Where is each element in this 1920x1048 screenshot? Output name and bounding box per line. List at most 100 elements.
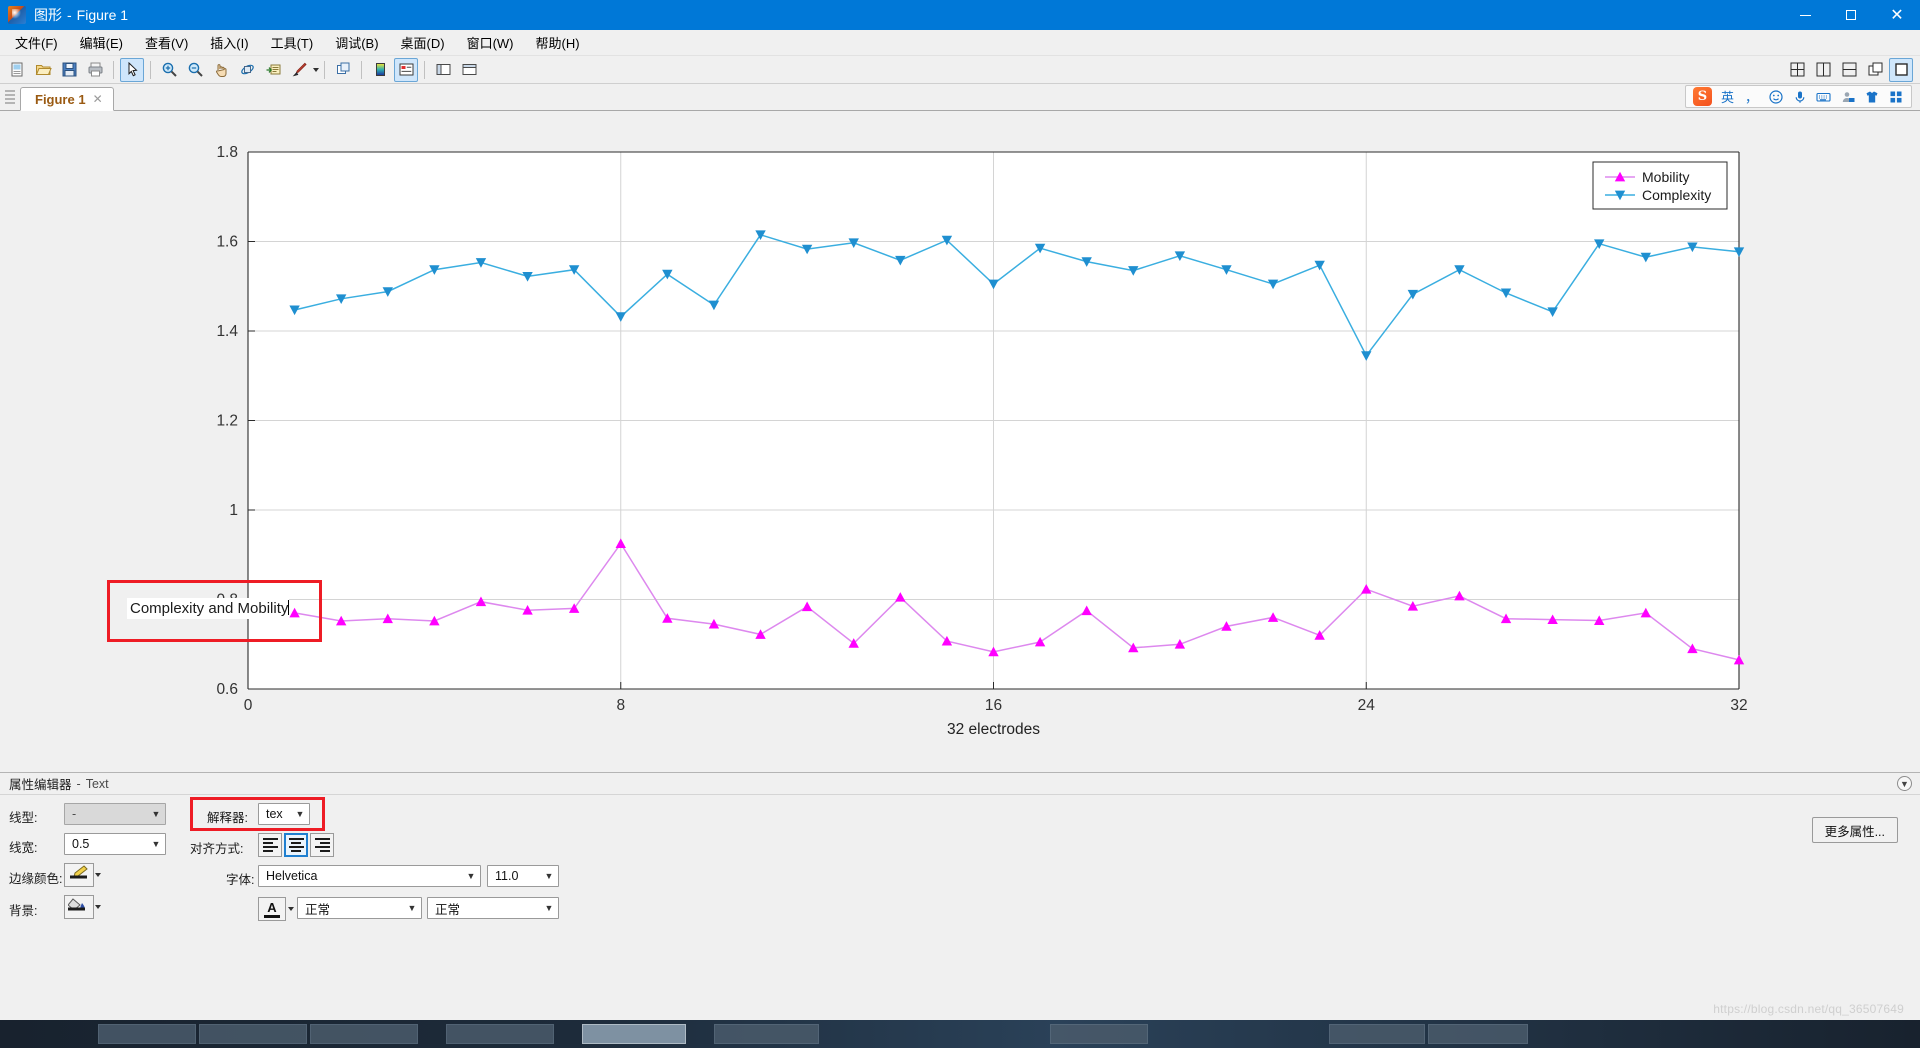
cascade-button[interactable] [1863,58,1887,82]
taskbar-item[interactable] [446,1024,554,1044]
open-file-button[interactable] [31,58,55,82]
menu-debug[interactable]: 调试(B) [324,30,389,55]
taskbar-item[interactable] [1329,1024,1425,1044]
tile-vertical-button[interactable] [1811,58,1835,82]
print-button[interactable] [83,58,107,82]
menu-window[interactable]: 窗口(W) [456,30,525,55]
tile-grid-button[interactable] [1785,58,1809,82]
font-label: 字体: [226,873,255,887]
link-plot-button[interactable] [331,58,355,82]
menu-edit[interactable]: 编辑(E) [69,30,134,55]
taskbar-item[interactable] [1428,1024,1528,1044]
font-angle-select[interactable]: 正常 ▼ [427,897,559,919]
annotation-textbox[interactable]: Complexity and Mobility [127,598,290,619]
chevron-down-icon: ▼ [544,903,554,913]
pointer-button[interactable] [120,57,144,82]
font-family-select[interactable]: Helvetica ▼ [258,865,481,887]
font-color-underline-icon [264,914,280,918]
menu-view[interactable]: 查看(V) [134,30,199,55]
taskbar-item-active[interactable] [582,1024,686,1044]
save-button[interactable] [57,58,81,82]
align-right-button[interactable] [310,833,334,857]
taskbar-item[interactable] [310,1024,418,1044]
tile-grid-icon [1790,62,1804,77]
legend-button[interactable] [394,57,418,82]
new-figure-icon [11,62,22,77]
print-icon [88,62,102,77]
edgecolor-dropdown-caret-icon[interactable] [95,873,101,877]
brush-button[interactable] [287,58,311,82]
maximize-pane-icon [1894,63,1908,76]
zoom-in-button[interactable] [157,58,181,82]
background-label: 背景: [9,904,38,918]
menu-tools[interactable]: 工具(T) [260,30,325,55]
more-properties-button[interactable]: 更多属性... [1811,817,1898,843]
interpreter-label: 解释器: [207,811,248,825]
menu-help[interactable]: 帮助(H) [525,30,591,55]
figure-canvas[interactable]: 0.60.811.21.41.61.80816243232 electrodes… [0,111,1920,772]
rotate-3d-icon [240,64,254,75]
font-size-select[interactable]: 11.0 ▼ [487,865,559,887]
font-family-value: Helvetica [266,869,318,883]
close-button[interactable]: ✕ [1874,0,1920,30]
rotate-3d-button[interactable] [235,58,259,82]
ime-lang-english[interactable]: 英 [1719,87,1736,106]
colorbar-button[interactable] [368,58,392,82]
taskbar-item[interactable] [714,1024,819,1044]
ime-toolbox-icon[interactable] [1887,90,1904,104]
tile-horizontal-button[interactable] [1837,58,1861,82]
background-color-button[interactable] [64,895,94,919]
menu-file[interactable]: 文件(F) [4,30,69,55]
pan-button[interactable] [209,58,233,82]
zoom-out-button[interactable] [183,58,207,82]
toolbar-separator-5 [424,60,425,79]
linestyle-label: 线型: [9,811,38,825]
ime-user-icon[interactable] [1839,90,1856,104]
sogou-logo-icon[interactable]: S [1693,87,1712,106]
font-color-dropdown-caret-icon[interactable] [288,907,294,911]
edgecolor-button[interactable] [64,863,94,887]
toolbar-separator-2 [150,60,151,79]
window-title-dash: - [67,7,72,23]
x-tick-label: 0 [244,697,253,714]
align-left-button[interactable] [258,833,282,857]
interpreter-select[interactable]: tex ▼ [258,803,310,825]
minimize-button[interactable] [1782,0,1828,30]
ime-voice-input-icon[interactable] [1791,90,1808,104]
background-dropdown-caret-icon[interactable] [95,905,101,909]
menu-desktop[interactable]: 桌面(D) [390,30,456,55]
title-bar: 图形 - Figure 1 ✕ [0,0,1920,30]
tab-close-icon[interactable]: ✕ [93,92,103,106]
align-center-button[interactable] [284,833,308,857]
font-weight-select[interactable]: 正常 ▼ [297,897,422,919]
tab-grip-handle[interactable] [5,90,15,106]
maximize-pane-button[interactable] [1889,57,1913,82]
ime-soft-keyboard-icon[interactable] [1815,90,1832,104]
show-plot-tools-button[interactable] [457,58,481,82]
linewidth-select[interactable]: 0.5 ▼ [64,833,166,855]
maximize-button[interactable] [1828,0,1874,30]
property-editor-collapse-icon[interactable]: ▼ [1897,776,1912,791]
zoom-in-icon [162,62,177,77]
brush-dropdown-caret-icon[interactable] [313,67,319,72]
tile-horizontal-icon [1842,62,1856,77]
menu-insert[interactable]: 插入(I) [199,30,259,55]
linestyle-select[interactable]: - ▼ [64,803,166,825]
font-color-button[interactable]: A [258,897,286,921]
ime-skin-icon[interactable] [1863,90,1880,104]
taskbar-item[interactable] [1050,1024,1148,1044]
tab-figure-1[interactable]: Figure 1 ✕ [20,87,114,111]
ime-toolbar: S 英 ， [1685,85,1912,108]
ime-punctuation-icon[interactable]: ， [1743,87,1760,106]
x-axis-label: 32 electrodes [947,721,1040,738]
new-figure-button[interactable] [5,58,29,82]
toolbar-separator-4 [361,60,362,79]
ime-emoji-icon[interactable] [1767,89,1784,104]
x-tick-label: 8 [616,697,625,714]
x-tick-label: 32 [1730,697,1747,714]
hide-plot-tools-button[interactable] [431,58,455,82]
colorbar-icon [375,63,385,76]
taskbar-item[interactable] [199,1024,307,1044]
taskbar-item[interactable] [98,1024,196,1044]
data-cursor-button[interactable] [261,58,285,82]
